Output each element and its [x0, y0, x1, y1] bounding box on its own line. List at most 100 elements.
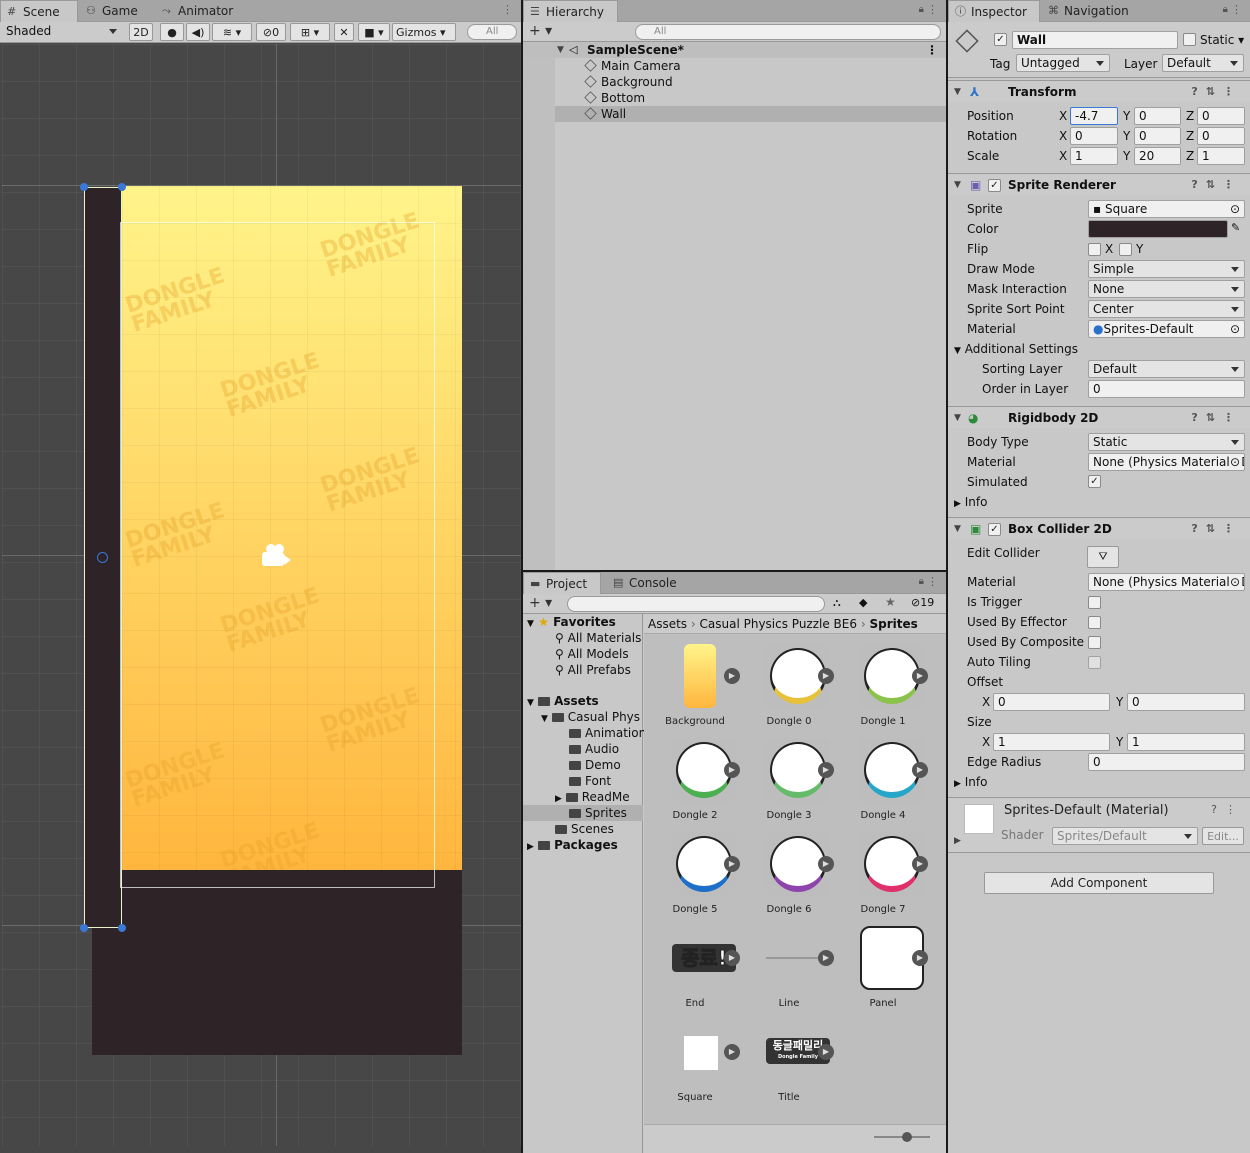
effects-toggle-icon[interactable]: ≋ ▾ — [212, 23, 252, 41]
project-search-input[interactable] — [567, 596, 825, 612]
pivot-handle[interactable] — [97, 552, 108, 563]
breadcrumb-item-current[interactable]: Sprites — [869, 617, 917, 631]
auto-tiling-checkbox[interactable] — [1088, 656, 1101, 669]
component-menu-icons[interactable]: ?⇅⋮ — [1191, 174, 1242, 196]
asset-tile[interactable]: ▶ Dongle 6 — [742, 832, 836, 926]
panel-menu-icon[interactable]: ⋮ — [927, 575, 938, 588]
lock-icon[interactable]: 🔒︎ — [919, 4, 924, 15]
asset-tile[interactable]: ▶ Dongle 4 — [836, 738, 930, 832]
active-checkbox[interactable]: ✓ — [994, 33, 1007, 46]
sort-point-dropdown[interactable]: Center — [1088, 300, 1245, 318]
component-menu-icons[interactable]: ?⇅⋮ — [1191, 407, 1242, 429]
hierarchy-item-selected[interactable]: Wall — [523, 106, 946, 122]
rb-info-foldout[interactable]: ▶ Info — [954, 493, 987, 513]
static-label[interactable]: Static ▾ — [1200, 31, 1244, 49]
layer-dropdown[interactable]: Default — [1162, 54, 1244, 72]
rect-handle[interactable] — [80, 924, 88, 932]
create-add-icon[interactable]: + ▾ — [529, 23, 552, 39]
hidden-packages-toggle[interactable]: ⊘19 — [911, 596, 934, 609]
favorite-star-icon[interactable]: ★ — [885, 595, 896, 609]
zoom-slider-thumb[interactable] — [902, 1132, 912, 1142]
favorites-item[interactable]: ⚲ All Materials — [555, 630, 641, 646]
static-checkbox[interactable] — [1183, 33, 1196, 46]
hierarchy-item[interactable]: Bottom — [523, 90, 946, 106]
bc-info-foldout[interactable]: ▶ Info — [954, 773, 987, 793]
audio-toggle-icon[interactable]: ◀) — [186, 23, 210, 41]
is-trigger-checkbox[interactable] — [1088, 596, 1101, 609]
component-menu-icons[interactable]: ?⇅⋮ — [1191, 518, 1242, 540]
tab-navigation[interactable]: ⌘ Navigation — [1042, 0, 1142, 22]
camera-gizmo-icon[interactable] — [262, 544, 292, 566]
play-icon[interactable]: ▶ — [912, 856, 928, 872]
color-swatch[interactable] — [1088, 220, 1228, 238]
tab-scene[interactable]: # Scene — [0, 0, 78, 22]
flip-x-checkbox[interactable] — [1088, 243, 1101, 256]
tools-icon[interactable]: ✕ — [334, 23, 354, 41]
tab-hierarchy[interactable]: ☰ Hierarchy — [523, 0, 618, 22]
scene-viewport[interactable]: DONGLE FAMILY DONGLE FAMILY DONGLE FAMILY D… — [2, 44, 521, 1146]
panel-menu-icon[interactable]: ⋮ — [1231, 3, 1242, 16]
tree-folder[interactable]: Audio — [569, 741, 619, 757]
draw-mode-dropdown[interactable]: Simple — [1088, 260, 1245, 278]
filter-type-icon[interactable]: ⛬ — [833, 596, 841, 610]
expand-arrow-icon[interactable]: ▼ — [954, 174, 961, 196]
position-z-field[interactable]: 0 — [1197, 107, 1245, 125]
rotation-x-field[interactable]: 0 — [1070, 127, 1118, 145]
eyedropper-icon[interactable]: ✎ — [1231, 221, 1240, 234]
object-picker-icon[interactable]: ⊙ — [1230, 201, 1240, 217]
sprite-renderer-header[interactable]: ▼ ▣ ✓ Sprite Renderer ?⇅⋮ — [948, 173, 1250, 195]
play-icon[interactable]: ▶ — [724, 762, 740, 778]
position-y-field[interactable]: 0 — [1134, 107, 1181, 125]
play-icon[interactable]: ▶ — [724, 1044, 740, 1060]
gameobject-cube-icon[interactable] — [955, 29, 979, 53]
play-icon[interactable]: ▶ — [724, 950, 740, 966]
tree-folder[interactable]: Scenes — [555, 821, 614, 837]
scale-x-field[interactable]: 1 — [1070, 147, 1118, 165]
create-add-icon[interactable]: + ▾ — [529, 595, 552, 611]
favorites-item[interactable]: ⚲ All Prefabs — [555, 662, 631, 678]
shading-mode-dropdown[interactable]: Shaded — [2, 23, 122, 41]
add-component-button[interactable]: Add Component — [984, 872, 1214, 894]
simulated-checkbox[interactable]: ✓ — [1088, 475, 1101, 488]
lock-icon[interactable]: 🔒︎ — [919, 576, 924, 587]
rotation-y-field[interactable]: 0 — [1134, 127, 1181, 145]
panel-menu-icon[interactable]: ⋮ — [927, 3, 938, 16]
tab-animator[interactable]: ⤳ Animator — [156, 0, 256, 22]
object-name-field[interactable]: Wall — [1012, 31, 1178, 49]
tree-folder[interactable]: Demo — [569, 757, 621, 773]
play-icon[interactable]: ▶ — [724, 856, 740, 872]
bottom-sprite[interactable] — [92, 870, 462, 1055]
grid-snap-icon[interactable]: ⊞ ▾ — [290, 23, 330, 41]
bc-material-field[interactable]: None (Physics Material 2D) ⊙ — [1088, 573, 1245, 591]
play-icon[interactable]: ▶ — [912, 668, 928, 684]
breadcrumb-item[interactable]: Casual Physics Puzzle BE6 — [700, 617, 858, 631]
filter-label-icon[interactable]: ◆ — [859, 596, 867, 609]
component-enabled-checkbox[interactable]: ✓ — [988, 179, 1001, 192]
order-in-layer-field[interactable]: 0 — [1088, 380, 1245, 398]
box-collider2d-header[interactable]: ▼ ▣ ✓ Box Collider 2D ?⇅⋮ — [948, 517, 1250, 539]
play-icon[interactable]: ▶ — [818, 950, 834, 966]
edit-shader-button[interactable]: Edit... — [1202, 827, 1244, 845]
tag-dropdown[interactable]: Untagged — [1016, 54, 1110, 72]
expand-arrow-icon[interactable]: ▼ — [954, 407, 961, 429]
object-picker-icon[interactable]: ⊙ — [1230, 321, 1240, 337]
component-enabled-checkbox[interactable]: ✓ — [988, 523, 1001, 536]
asset-tile[interactable]: ▶ Dongle 5 — [648, 832, 742, 926]
asset-tile[interactable]: ▶ Background — [648, 644, 742, 738]
scene-menu-icon[interactable]: ⋮ — [926, 42, 938, 58]
tree-folder[interactable]: Font — [569, 773, 611, 789]
asset-tile[interactable]: ▶ Dongle 7 — [836, 832, 930, 926]
object-picker-icon[interactable]: ⊙ — [1229, 574, 1240, 590]
material-object-field[interactable]: ●Sprites-Default ⊙ — [1088, 320, 1245, 338]
tree-folder[interactable]: Animation — [569, 725, 646, 741]
asset-tile[interactable]: ▶ Dongle 0 — [742, 644, 836, 738]
sorting-layer-dropdown[interactable]: Default — [1088, 360, 1245, 378]
lock-icon[interactable]: 🔒︎ — [1223, 4, 1228, 15]
tab-console[interactable]: ▤ Console — [607, 572, 697, 594]
packages-root[interactable]: ▶ Packages — [527, 837, 618, 855]
used-by-effector-checkbox[interactable] — [1088, 616, 1101, 629]
scale-z-field[interactable]: 1 — [1197, 147, 1245, 165]
asset-tile[interactable]: ▶ Line — [742, 926, 836, 1020]
scale-y-field[interactable]: 20 — [1134, 147, 1181, 165]
expand-arrow-icon[interactable]: ▼ — [954, 518, 961, 540]
